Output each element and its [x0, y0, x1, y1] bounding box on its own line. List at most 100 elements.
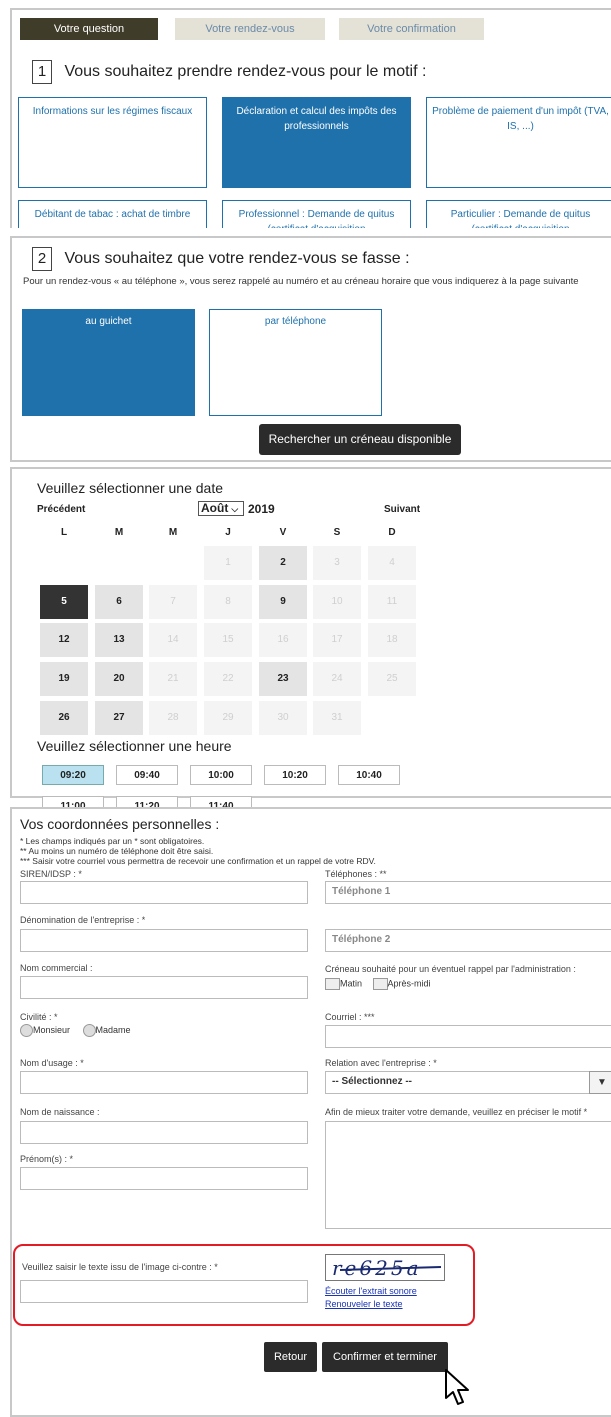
calendar-prev[interactable]: Précédent: [37, 504, 85, 515]
chevron-down-icon: ⌵: [231, 504, 239, 514]
calendar-day[interactable]: 5: [40, 585, 88, 619]
section1-number: 1: [32, 60, 52, 84]
section1-header: 1 Vous souhaitez prendre rendez-vous pou…: [32, 60, 426, 84]
calendar-day[interactable]: 19: [40, 662, 88, 696]
calendar-day: 1: [204, 546, 252, 580]
nom-commercial-input[interactable]: [20, 976, 308, 999]
calendar-day: 24: [313, 662, 361, 696]
telephone-note: Pour un rendez-vous « au téléphone », vo…: [23, 276, 579, 287]
motif-declaration-impots[interactable]: Déclaration et calcul des impôts des pro…: [222, 97, 411, 188]
relation-label: Relation avec l'entreprise : *: [325, 1058, 437, 1068]
time-slot[interactable]: 10:00: [190, 765, 252, 785]
calendar-day: 25: [368, 662, 416, 696]
renew-text-link[interactable]: Renouveler le texte: [325, 1299, 403, 1309]
section2-title: Vous souhaitez que votre rendez-vous se …: [64, 250, 410, 267]
search-slot-button[interactable]: Rechercher un créneau disponible: [259, 424, 461, 455]
calendar-next[interactable]: Suivant: [384, 504, 420, 515]
weekday-header: M: [168, 527, 178, 538]
motif-probleme-paiement[interactable]: Problème de paiement d'un impôt (TVA, IS…: [426, 97, 611, 188]
dropdown-arrow-icon: ▼: [589, 1071, 611, 1094]
creneau-checkboxes: Matin Après-midi: [325, 978, 431, 990]
form-note-2: ** Au moins un numéro de téléphone doit …: [20, 846, 214, 856]
motif-regimes-fiscaux[interactable]: Informations sur les régimes fiscaux: [18, 97, 207, 188]
monsieur-label: Monsieur: [33, 1024, 71, 1035]
weekday-header: V: [279, 527, 287, 538]
calendar-day: 4: [368, 546, 416, 580]
courriel-label: Courriel : ***: [325, 1012, 375, 1022]
weekday-header: J: [225, 527, 231, 538]
confirmer-button[interactable]: Confirmer et terminer: [322, 1342, 448, 1372]
time-slot[interactable]: 09:40: [116, 765, 178, 785]
month-select[interactable]: Août ⌵: [198, 501, 244, 516]
denomination-input[interactable]: [20, 929, 308, 952]
relation-select-value: -- Sélectionnez --: [332, 1076, 413, 1087]
calendar-day: 22: [204, 662, 252, 696]
nom-usage-input[interactable]: [20, 1071, 308, 1094]
calendar-day: 11: [368, 585, 416, 619]
calendar-day: 10: [313, 585, 361, 619]
calendar-day: 17: [313, 623, 361, 657]
step-votre-rendez-vous[interactable]: Votre rendez-vous: [175, 18, 325, 40]
section2-header: 2 Vous souhaitez que votre rendez-vous s…: [32, 247, 410, 271]
time-slot[interactable]: 09:20: [42, 765, 104, 785]
nom-commercial-label: Nom commercial :: [20, 963, 93, 973]
calendar-day[interactable]: 27: [95, 701, 143, 735]
calendar-day[interactable]: 23: [259, 662, 307, 696]
calendar-day[interactable]: 20: [95, 662, 143, 696]
listen-audio-link[interactable]: Écouter l'extrait sonore: [325, 1286, 417, 1296]
relation-select[interactable]: -- Sélectionnez -- ▼: [325, 1071, 611, 1094]
telephone2-input[interactable]: Téléphone 2: [325, 929, 611, 952]
nom-naissance-label: Nom de naissance :: [20, 1107, 100, 1117]
step-votre-question[interactable]: Votre question: [20, 18, 158, 40]
time-slot[interactable]: 10:40: [338, 765, 400, 785]
courriel-input[interactable]: [325, 1025, 611, 1048]
denomination-label: Dénomination de l'entreprise : *: [20, 915, 146, 925]
retour-button[interactable]: Retour: [264, 1342, 317, 1372]
calendar-day: 18: [368, 623, 416, 657]
monsieur-radio[interactable]: [20, 1024, 33, 1037]
madame-label: Madame: [95, 1024, 131, 1035]
calendar-day[interactable]: 9: [259, 585, 307, 619]
calendar-day: 29: [204, 701, 252, 735]
matin-checkbox[interactable]: [325, 978, 340, 990]
captcha-input[interactable]: [20, 1280, 308, 1303]
apres-midi-checkbox[interactable]: [372, 978, 388, 990]
form-note-1: * Les champs indiqués par un * sont obli…: [20, 836, 205, 846]
calendar-day: 14: [149, 623, 197, 657]
calendar-day: 28: [149, 701, 197, 735]
section2-number: 2: [32, 247, 52, 271]
nom-naissance-input[interactable]: [20, 1121, 308, 1144]
apres-midi-label: Après-midi: [387, 978, 431, 989]
time-slot[interactable]: 10:20: [264, 765, 326, 785]
calendar-day[interactable]: 13: [95, 623, 143, 657]
option-au-guichet[interactable]: au guichet: [22, 309, 195, 416]
calendar-day: 31: [313, 701, 361, 735]
calendar-title: Veuillez sélectionner une date: [37, 480, 224, 496]
calendar-day: 30: [259, 701, 307, 735]
calendar-day: 16: [259, 623, 307, 657]
form-title: Vos coordonnées personnelles :: [20, 816, 220, 832]
option-par-telephone[interactable]: par téléphone: [209, 309, 382, 416]
prenoms-input[interactable]: [20, 1167, 308, 1190]
calendar-year: 2019: [248, 502, 275, 516]
motif-precision-textarea[interactable]: [325, 1121, 611, 1229]
creneau-label: Créneau souhaité pour un éventuel rappel…: [325, 964, 576, 974]
calendar-day: 3: [313, 546, 361, 580]
calendar-day[interactable]: 2: [259, 546, 307, 580]
captcha-noise: [339, 1266, 442, 1271]
madame-radio[interactable]: [82, 1024, 96, 1037]
calendar-day: 21: [149, 662, 197, 696]
calendar-day[interactable]: 26: [40, 701, 88, 735]
panel1-clip: [10, 228, 611, 236]
motif-precision-label: Afin de mieux traiter votre demande, veu…: [325, 1107, 588, 1117]
telephone1-input[interactable]: Téléphone 1: [325, 881, 611, 904]
calendar-day[interactable]: 12: [40, 623, 88, 657]
month-value: Août: [201, 501, 229, 515]
civilite-label: Civilité : *: [20, 1012, 58, 1022]
captcha-label: Veuillez saisir le texte issu de l'image…: [22, 1262, 218, 1272]
siren-input[interactable]: [20, 881, 308, 904]
siren-label: SIREN/IDSP : *: [20, 869, 82, 879]
time-title: Veuillez sélectionner une heure: [37, 738, 232, 754]
calendar-day[interactable]: 6: [95, 585, 143, 619]
step-votre-confirmation[interactable]: Votre confirmation: [339, 18, 484, 40]
